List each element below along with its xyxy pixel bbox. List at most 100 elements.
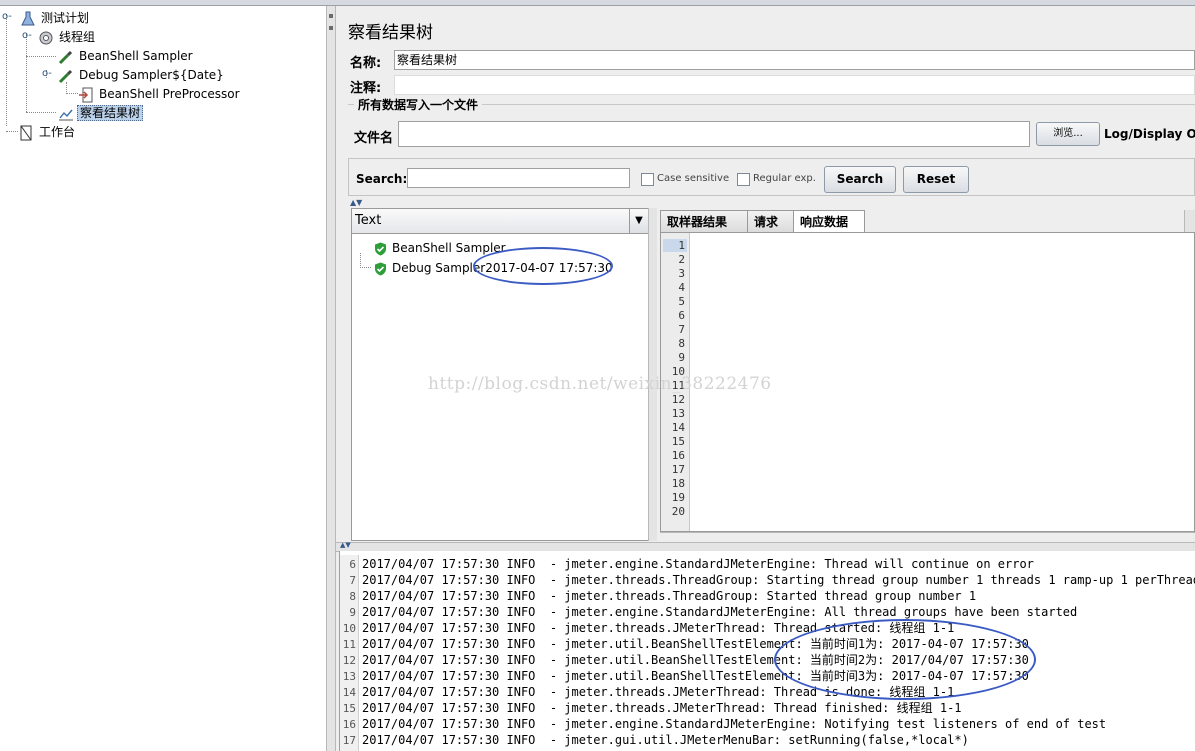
collapse-arrows-icon[interactable]: ▲▼ <box>350 198 362 207</box>
tree-connector <box>26 56 56 57</box>
test-plan-tree[interactable]: o- o- o- 测试计划 线程组 BeanShell Sampler Debu… <box>0 6 326 751</box>
thread-group-gear-icon <box>39 31 53 44</box>
listener-chart-icon <box>59 109 73 120</box>
tree-connector <box>66 93 78 94</box>
search-button[interactable]: Search <box>824 166 896 193</box>
line-number: 8 <box>678 337 685 350</box>
tab-sampler-result[interactable]: 取样器结果 <box>660 210 748 232</box>
log-line-number: 8 <box>349 590 356 603</box>
comment-input[interactable] <box>394 75 1195 95</box>
log-line-text: 2017/04/07 17:57:30 INFO - jmeter.thread… <box>362 701 962 715</box>
renderer-select-value: Text <box>355 213 382 228</box>
tree-node-label: 线程组 <box>59 30 96 44</box>
log-line: 6 2017/04/07 17:57:30 INFO - jmeter.engin… <box>340 556 1034 572</box>
collapse-arrows-icon[interactable]: ▲▼ <box>340 541 351 549</box>
sampler-pipette-icon <box>58 69 73 83</box>
log-line: 8 2017/04/07 17:57:30 INFO - jmeter.threa… <box>340 588 976 604</box>
tree-node-label: 测试计划 <box>41 11 90 25</box>
log-line: 15 2017/04/07 17:57:30 INFO - jmeter.thre… <box>340 700 962 716</box>
regular-exp-label: Regular exp. <box>753 173 816 184</box>
browse-button[interactable]: 浏览... <box>1036 122 1100 146</box>
log-line: 7 2017/04/07 17:57:30 INFO - jmeter.threa… <box>340 572 1195 588</box>
log-line-number: 11 <box>342 638 356 651</box>
tree-expand-handle[interactable]: o- <box>42 68 52 79</box>
success-shield-icon <box>375 242 386 255</box>
log-line-number: 7 <box>349 574 356 587</box>
regular-exp-checkbox[interactable] <box>737 173 750 186</box>
name-input[interactable]: 察看结果树 <box>394 50 1195 70</box>
line-number: 20 <box>671 505 685 518</box>
tree-node-workbench[interactable]: 工作台 <box>18 123 77 141</box>
comment-label: 注释: <box>350 81 382 96</box>
tree-node-beanshell-sampler[interactable]: BeanShell Sampler <box>58 47 195 65</box>
tree-node-debug-sampler[interactable]: Debug Sampler${Date} <box>58 66 226 84</box>
group-title: 所有数据写入一个文件 <box>354 96 483 113</box>
line-number: 5 <box>678 295 685 308</box>
watermark: http://blog.csdn.net/weixin_38222476 <box>428 374 772 394</box>
log-viewer[interactable]: 6 2017/04/07 17:57:30 INFO - jmeter.engin… <box>339 551 1195 751</box>
case-sensitive-label: Case sensitive <box>657 173 730 184</box>
tree-connector <box>26 34 27 112</box>
tree-node-label: 工作台 <box>39 125 76 139</box>
splitter-grip <box>329 14 333 18</box>
line-number: 3 <box>678 267 685 280</box>
log-line-text: 2017/04/07 17:57:30 INFO - jmeter.engine… <box>362 605 1078 619</box>
log-line-number: 13 <box>342 670 356 683</box>
tree-node-test-plan[interactable]: 测试计划 <box>20 9 91 27</box>
chevron-down-icon[interactable]: ▼ <box>629 209 648 233</box>
line-number: 19 <box>671 491 685 504</box>
log-line-number: 15 <box>342 702 356 715</box>
reset-button[interactable]: Reset <box>903 166 969 193</box>
tree-connector <box>26 112 56 113</box>
line-number: 17 <box>671 463 685 476</box>
line-number: 2 <box>678 253 685 266</box>
page-title: 察看结果树 <box>348 23 433 43</box>
preprocessor-icon <box>79 87 93 102</box>
line-number: 9 <box>678 351 685 364</box>
log-line: 9 2017/04/07 17:57:30 INFO - jmeter.engin… <box>340 604 1077 620</box>
vertical-splitter[interactable] <box>326 6 336 751</box>
log-line-text: 2017/04/07 17:57:30 INFO - jmeter.engine… <box>362 717 1107 731</box>
log-line-number: 16 <box>342 718 356 731</box>
filename-input[interactable] <box>398 121 1030 147</box>
annotation-ellipse <box>774 619 1036 700</box>
tree-node-beanshell-preprocessor[interactable]: BeanShell PreProcessor <box>78 85 242 103</box>
workbench-icon <box>20 125 32 140</box>
log-line-number: 9 <box>349 606 356 619</box>
tree-connector <box>360 253 371 268</box>
line-number: 15 <box>671 435 685 448</box>
renderer-select[interactable]: Text ▼ <box>352 209 648 234</box>
tree-node-thread-group[interactable]: 线程组 <box>38 28 97 46</box>
line-number: 12 <box>671 393 685 406</box>
log-line-text: 2017/04/07 17:57:30 INFO - jmeter.engine… <box>362 557 1034 571</box>
line-number: 1 <box>663 239 687 252</box>
tree-node-label: BeanShell PreProcessor <box>99 87 240 101</box>
line-number: 6 <box>678 309 685 322</box>
log-display-only-label: Log/Display Only <box>1104 127 1195 141</box>
line-number: 16 <box>671 449 685 462</box>
result-item[interactable]: BeanShell Sampler <box>374 241 506 256</box>
case-sensitive-checkbox[interactable] <box>641 173 654 186</box>
line-number: 4 <box>678 281 685 294</box>
tab-request[interactable]: 请求 <box>747 210 794 232</box>
log-line-text: 2017/04/07 17:57:30 INFO - jmeter.thread… <box>362 573 1195 587</box>
tree-node-label: 察看结果树 <box>77 105 144 121</box>
tree-node-view-results-tree[interactable]: 察看结果树 <box>58 104 144 122</box>
tree-expand-handle[interactable]: o- <box>22 30 32 41</box>
sampler-pipette-icon <box>58 50 73 64</box>
name-label: 名称: <box>350 56 382 71</box>
tab-response-data[interactable]: 响应数据 <box>793 210 865 232</box>
log-line-number: 14 <box>342 686 356 699</box>
log-line-number: 17 <box>342 734 356 747</box>
log-line: 16 2017/04/07 17:57:30 INFO - jmeter.engi… <box>340 716 1106 732</box>
log-line: 17 2017/04/07 17:57:30 INFO - jmeter.gui.… <box>340 732 969 748</box>
search-input[interactable] <box>407 168 630 188</box>
log-line-text: 2017/04/07 17:57:30 INFO - jmeter.gui.ut… <box>362 733 969 747</box>
splitter-grip <box>329 26 333 30</box>
line-number: 14 <box>671 421 685 434</box>
log-top-edge <box>340 551 1195 555</box>
tree-node-label: Debug Sampler${Date} <box>79 68 224 82</box>
tree-expand-handle[interactable]: o- <box>2 11 12 22</box>
log-line-number: 12 <box>342 654 356 667</box>
search-label: Search: <box>356 172 408 186</box>
